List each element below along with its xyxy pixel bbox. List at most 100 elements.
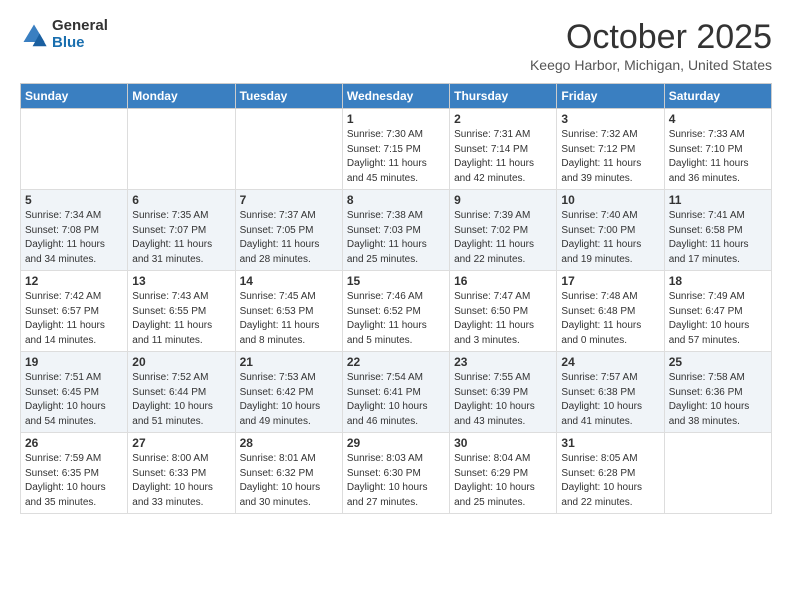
calendar-table: SundayMondayTuesdayWednesdayThursdayFrid…	[20, 83, 772, 514]
day-number: 10	[561, 193, 659, 207]
day-number: 2	[454, 112, 552, 126]
day-number: 22	[347, 355, 445, 369]
day-number: 31	[561, 436, 659, 450]
calendar-cell: 20 Sunrise: 7:52 AM Sunset: 6:44 PM Dayli…	[128, 352, 235, 433]
calendar-cell: 10 Sunrise: 7:40 AM Sunset: 7:00 PM Dayli…	[557, 190, 664, 271]
day-number: 14	[240, 274, 338, 288]
calendar-cell: 1 Sunrise: 7:30 AM Sunset: 7:15 PM Daylig…	[342, 109, 449, 190]
day-info: Sunrise: 7:53 AM Sunset: 6:42 PM Dayligh…	[240, 371, 338, 429]
weekday-header: Thursday	[450, 84, 557, 109]
calendar-cell: 16Sunrise: 7:47 AM Sunset: 6:50 PM Dayli…	[450, 271, 557, 352]
day-info: Sunrise: 7:52 AM Sunset: 6:44 PM Dayligh…	[132, 371, 230, 429]
calendar-week-row: 26 Sunrise: 7:59 AM Sunset: 6:35 PM Dayli…	[21, 433, 772, 514]
day-number: 24	[561, 355, 659, 369]
day-info: Sunrise: 7:42 AM Sunset: 6:57 PM Dayligh…	[25, 290, 123, 348]
day-number: 27	[132, 436, 230, 450]
calendar-cell: 13 Sunrise: 7:43 AM Sunset: 6:55 PM Dayli…	[128, 271, 235, 352]
weekday-header: Monday	[128, 84, 235, 109]
day-info: Sunrise: 7:46 AM Sunset: 6:52 PM Dayligh…	[347, 290, 445, 348]
day-number: 12	[25, 274, 123, 288]
calendar-cell: 8Sunrise: 7:38 AM Sunset: 7:03 PM Daylig…	[342, 190, 449, 271]
calendar-cell: 23Sunrise: 7:55 AM Sunset: 6:39 PM Dayli…	[450, 352, 557, 433]
calendar-cell: 5Sunrise: 7:34 AM Sunset: 7:08 PM Daylig…	[21, 190, 128, 271]
day-number: 28	[240, 436, 338, 450]
calendar-week-row: 5Sunrise: 7:34 AM Sunset: 7:08 PM Daylig…	[21, 190, 772, 271]
day-info: Sunrise: 7:58 AM Sunset: 6:36 PM Dayligh…	[669, 371, 767, 429]
calendar-cell: 21 Sunrise: 7:53 AM Sunset: 6:42 PM Dayli…	[235, 352, 342, 433]
day-number: 8	[347, 193, 445, 207]
day-number: 23	[454, 355, 552, 369]
day-info: Sunrise: 7:39 AM Sunset: 7:02 PM Dayligh…	[454, 209, 552, 267]
day-info: Sunrise: 7:35 AM Sunset: 7:07 PM Dayligh…	[132, 209, 230, 267]
day-info: Sunrise: 7:47 AM Sunset: 6:50 PM Dayligh…	[454, 290, 552, 348]
page-header: General Blue October 2025 Keego Harbor, …	[20, 18, 772, 73]
weekday-header-row: SundayMondayTuesdayWednesdayThursdayFrid…	[21, 84, 772, 109]
calendar-cell: 7 Sunrise: 7:37 AM Sunset: 7:05 PM Daylig…	[235, 190, 342, 271]
day-info: Sunrise: 7:43 AM Sunset: 6:55 PM Dayligh…	[132, 290, 230, 348]
day-number: 25	[669, 355, 767, 369]
day-info: Sunrise: 7:57 AM Sunset: 6:38 PM Dayligh…	[561, 371, 659, 429]
location-text: Keego Harbor, Michigan, United States	[530, 57, 772, 73]
weekday-header: Sunday	[21, 84, 128, 109]
calendar-cell: 9Sunrise: 7:39 AM Sunset: 7:02 PM Daylig…	[450, 190, 557, 271]
title-block: October 2025 Keego Harbor, Michigan, Uni…	[530, 18, 772, 73]
day-number: 7	[240, 193, 338, 207]
day-info: Sunrise: 8:01 AM Sunset: 6:32 PM Dayligh…	[240, 452, 338, 510]
day-info: Sunrise: 7:40 AM Sunset: 7:00 PM Dayligh…	[561, 209, 659, 267]
weekday-header: Wednesday	[342, 84, 449, 109]
calendar-cell: 29 Sunrise: 8:03 AM Sunset: 6:30 PM Dayli…	[342, 433, 449, 514]
calendar-cell: 2Sunrise: 7:31 AM Sunset: 7:14 PM Daylig…	[450, 109, 557, 190]
day-number: 3	[561, 112, 659, 126]
day-info: Sunrise: 7:33 AM Sunset: 7:10 PM Dayligh…	[669, 128, 767, 186]
calendar-cell: 4Sunrise: 7:33 AM Sunset: 7:10 PM Daylig…	[664, 109, 771, 190]
logo-blue-text: Blue	[52, 35, 108, 52]
day-info: Sunrise: 8:04 AM Sunset: 6:29 PM Dayligh…	[454, 452, 552, 510]
day-info: Sunrise: 8:00 AM Sunset: 6:33 PM Dayligh…	[132, 452, 230, 510]
day-number: 19	[25, 355, 123, 369]
logo: General Blue	[20, 18, 108, 51]
day-number: 15	[347, 274, 445, 288]
month-title: October 2025	[530, 18, 772, 57]
day-number: 30	[454, 436, 552, 450]
day-info: Sunrise: 7:37 AM Sunset: 7:05 PM Dayligh…	[240, 209, 338, 267]
logo-icon	[20, 21, 48, 49]
day-number: 13	[132, 274, 230, 288]
calendar-cell: 19 Sunrise: 7:51 AM Sunset: 6:45 PM Dayli…	[21, 352, 128, 433]
day-info: Sunrise: 7:41 AM Sunset: 6:58 PM Dayligh…	[669, 209, 767, 267]
logo-general-text: General	[52, 18, 108, 35]
calendar-cell: 6Sunrise: 7:35 AM Sunset: 7:07 PM Daylig…	[128, 190, 235, 271]
day-info: Sunrise: 7:51 AM Sunset: 6:45 PM Dayligh…	[25, 371, 123, 429]
calendar-week-row: 1 Sunrise: 7:30 AM Sunset: 7:15 PM Daylig…	[21, 109, 772, 190]
calendar-cell: 27 Sunrise: 8:00 AM Sunset: 6:33 PM Dayli…	[128, 433, 235, 514]
calendar-cell: 24 Sunrise: 7:57 AM Sunset: 6:38 PM Dayli…	[557, 352, 664, 433]
calendar-cell	[664, 433, 771, 514]
day-number: 18	[669, 274, 767, 288]
day-info: Sunrise: 7:54 AM Sunset: 6:41 PM Dayligh…	[347, 371, 445, 429]
day-info: Sunrise: 7:32 AM Sunset: 7:12 PM Dayligh…	[561, 128, 659, 186]
calendar-cell: 25 Sunrise: 7:58 AM Sunset: 6:36 PM Dayli…	[664, 352, 771, 433]
day-info: Sunrise: 7:59 AM Sunset: 6:35 PM Dayligh…	[25, 452, 123, 510]
day-number: 20	[132, 355, 230, 369]
calendar-cell	[235, 109, 342, 190]
day-number: 26	[25, 436, 123, 450]
calendar-cell	[21, 109, 128, 190]
calendar-cell: 14Sunrise: 7:45 AM Sunset: 6:53 PM Dayli…	[235, 271, 342, 352]
day-number: 21	[240, 355, 338, 369]
day-number: 1	[347, 112, 445, 126]
calendar-cell: 28 Sunrise: 8:01 AM Sunset: 6:32 PM Dayli…	[235, 433, 342, 514]
day-info: Sunrise: 7:30 AM Sunset: 7:15 PM Dayligh…	[347, 128, 445, 186]
day-info: Sunrise: 8:05 AM Sunset: 6:28 PM Dayligh…	[561, 452, 659, 510]
day-number: 29	[347, 436, 445, 450]
calendar-week-row: 19 Sunrise: 7:51 AM Sunset: 6:45 PM Dayli…	[21, 352, 772, 433]
day-number: 17	[561, 274, 659, 288]
weekday-header: Friday	[557, 84, 664, 109]
day-info: Sunrise: 7:49 AM Sunset: 6:47 PM Dayligh…	[669, 290, 767, 348]
day-info: Sunrise: 7:34 AM Sunset: 7:08 PM Dayligh…	[25, 209, 123, 267]
calendar-cell	[128, 109, 235, 190]
weekday-header: Saturday	[664, 84, 771, 109]
calendar-cell: 18 Sunrise: 7:49 AM Sunset: 6:47 PM Dayli…	[664, 271, 771, 352]
calendar-cell: 17Sunrise: 7:48 AM Sunset: 6:48 PM Dayli…	[557, 271, 664, 352]
day-info: Sunrise: 8:03 AM Sunset: 6:30 PM Dayligh…	[347, 452, 445, 510]
calendar-cell: 22 Sunrise: 7:54 AM Sunset: 6:41 PM Dayli…	[342, 352, 449, 433]
weekday-header: Tuesday	[235, 84, 342, 109]
